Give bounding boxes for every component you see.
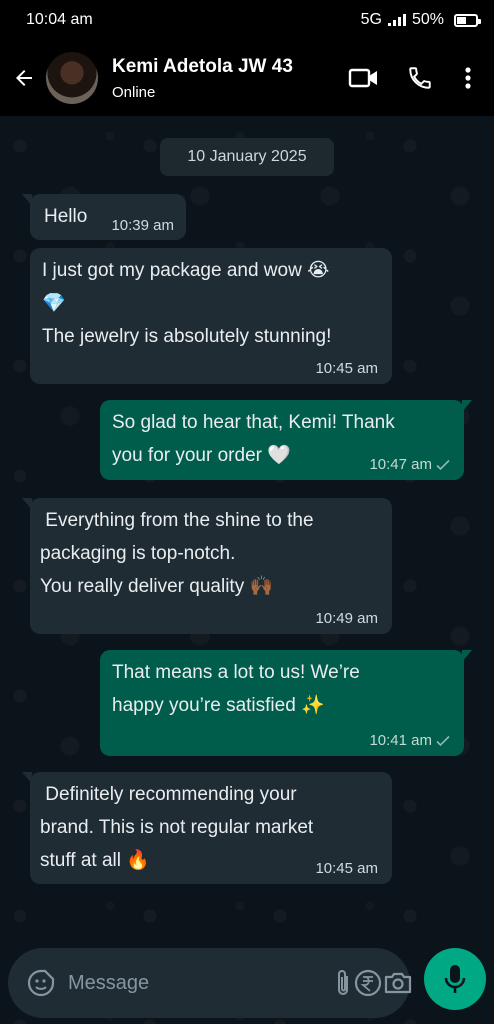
message-text: Everything from the shine to the packagi…	[40, 510, 314, 597]
bubble-tail	[22, 194, 32, 206]
message-text: Hello	[44, 206, 88, 227]
message-bubble-outgoing[interactable]: That means a lot to us! We’re happy you’…	[100, 650, 472, 756]
back-arrow-icon[interactable]	[2, 66, 46, 90]
message-bubble-incoming[interactable]: Everything from the shine to the packagi…	[22, 498, 392, 634]
phone-icon[interactable]	[402, 65, 438, 91]
microphone-button[interactable]	[424, 948, 486, 1010]
bubble-tail	[462, 650, 472, 662]
contact-status: Online	[112, 83, 156, 101]
camera-icon[interactable]	[383, 970, 413, 996]
message-text: I just got my package and wow 😭 💎 The je…	[42, 260, 332, 347]
status-time: 10:04 am	[26, 11, 93, 28]
message-meta: 10:47 am	[369, 456, 450, 474]
date-divider: 10 January 2025	[160, 138, 334, 176]
battery-icon	[454, 13, 481, 27]
status-bar: 10:04 am 5G 50%	[0, 0, 494, 40]
message-time: 10:45 am	[315, 360, 378, 377]
sent-check-icon	[436, 735, 450, 747]
network-label: 5G	[360, 11, 382, 28]
signal-icon	[387, 14, 406, 26]
chat-area[interactable]: 10 January 2025 Hello 10:39 am I just go…	[0, 116, 494, 1024]
chat-header: Kemi Adetola JW 43 Online	[0, 40, 494, 116]
bubble-tail	[22, 772, 32, 784]
more-options-icon[interactable]	[454, 66, 482, 90]
message-time: 10:45 am	[315, 860, 378, 877]
avatar[interactable]	[46, 52, 98, 104]
sent-check-icon	[436, 459, 450, 471]
bubble-tail	[462, 400, 472, 412]
battery-percent: 50%	[411, 11, 444, 28]
sticker-icon[interactable]	[26, 968, 56, 998]
message-input[interactable]	[68, 971, 333, 995]
message-bubble-incoming[interactable]: Definitely recommending your brand. This…	[22, 772, 392, 884]
message-time: 10:49 am	[315, 610, 378, 627]
attach-icon[interactable]	[333, 968, 353, 998]
video-call-icon[interactable]	[340, 67, 388, 89]
message-bubble-incoming[interactable]: Hello 10:39 am	[22, 194, 186, 240]
contact-info[interactable]: Kemi Adetola JW 43 Online	[112, 56, 340, 101]
message-time: 10:47 am	[369, 456, 432, 473]
message-time: 10:41 am	[369, 732, 432, 749]
message-composer	[8, 948, 413, 1018]
message-text: That means a lot to us! We’re happy you’…	[112, 662, 360, 716]
bubble-tail	[22, 498, 32, 510]
contact-name: Kemi Adetola JW 43	[112, 55, 293, 77]
status-indicators: 5G 50%	[360, 11, 481, 29]
message-time: 10:39 am	[111, 217, 174, 234]
message-meta: 10:41 am	[369, 732, 450, 750]
microphone-icon	[444, 965, 466, 993]
message-bubble-outgoing[interactable]: So glad to hear that, Kemi! Thank you fo…	[100, 400, 472, 480]
message-bubble-incoming[interactable]: I just got my package and wow 😭 💎 The je…	[30, 248, 392, 384]
rupee-payment-icon[interactable]	[353, 968, 383, 998]
